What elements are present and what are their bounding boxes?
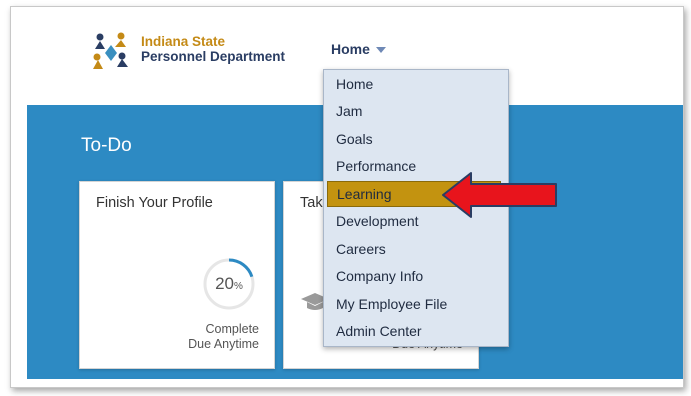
home-nav-label: Home — [331, 41, 370, 57]
logo-icon — [93, 32, 128, 69]
logo-line-1: Indiana State — [141, 34, 226, 49]
menu-item-admin-center[interactable]: Admin Center — [324, 318, 508, 344]
menu-item-goals[interactable]: Goals — [324, 126, 508, 152]
menu-item-company-info[interactable]: Company Info — [324, 263, 508, 289]
screenshot-frame: Indiana State Personnel Department Home … — [10, 6, 684, 388]
card-title: Tak — [300, 195, 323, 211]
card-status: Complete — [205, 322, 260, 336]
card-due: Due Anytime — [188, 337, 259, 351]
progress-value: 20% — [201, 274, 257, 294]
menu-item-careers[interactable]: Careers — [324, 236, 508, 262]
progress-number: 20 — [215, 274, 234, 293]
menu-item-jam[interactable]: Jam — [324, 98, 508, 124]
todo-card-profile[interactable]: Finish Your Profile 20% Complete Due Any… — [79, 181, 275, 369]
annotation-arrow-icon — [442, 172, 557, 218]
card-title: Finish Your Profile — [96, 195, 213, 211]
menu-item-my-employee-file[interactable]: My Employee File — [324, 291, 508, 317]
logo-line-2: Personnel Department — [141, 49, 286, 64]
progress-unit: % — [234, 281, 243, 292]
home-nav-button[interactable]: Home — [331, 41, 386, 57]
logo-text: Indiana State Personnel Department — [141, 34, 285, 64]
chevron-down-icon — [375, 47, 386, 53]
menu-item-home[interactable]: Home — [324, 71, 508, 97]
todo-title: To-Do — [81, 135, 132, 156]
